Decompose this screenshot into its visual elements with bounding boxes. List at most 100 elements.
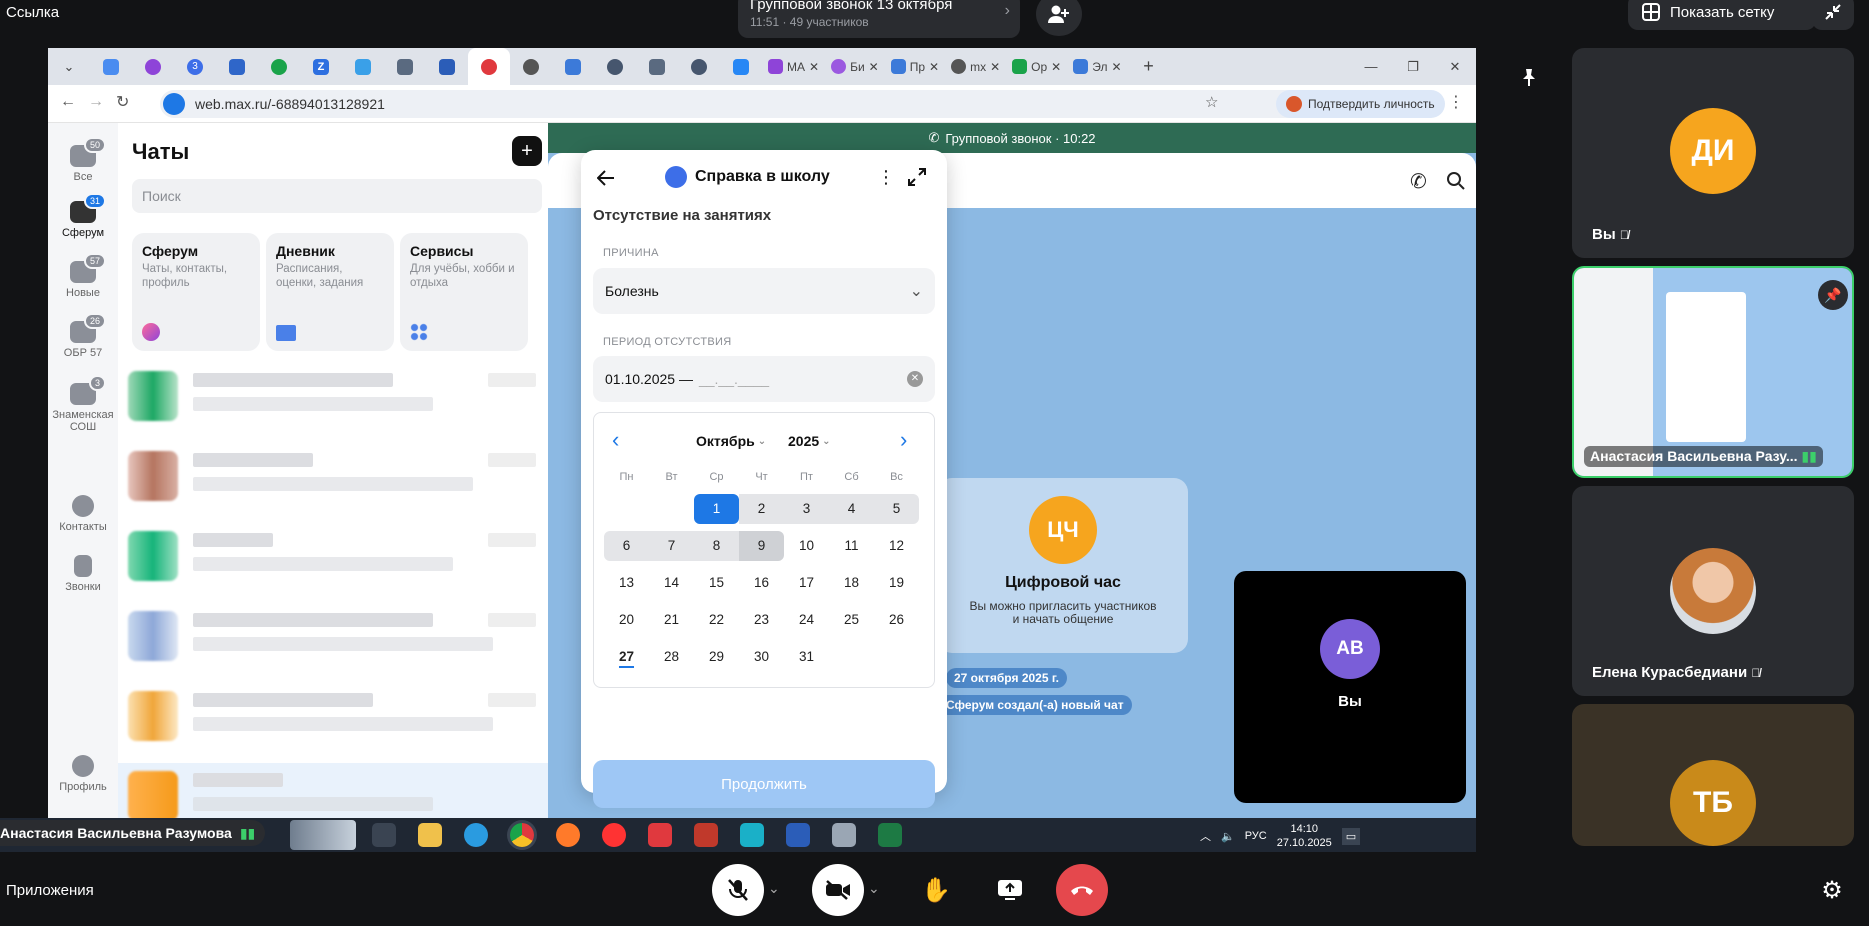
calendar-day[interactable]: 8 [694, 531, 739, 561]
notification-icon[interactable]: ▭ [1341, 827, 1361, 845]
maximize-button[interactable]: ❐ [1392, 48, 1434, 85]
new-chat-button[interactable]: + [512, 136, 542, 166]
word-icon[interactable] [786, 823, 810, 847]
close-icon[interactable]: ✕ [1111, 60, 1121, 74]
tray-chevron-icon[interactable]: ︿ [1200, 828, 1211, 844]
microphone-toggle[interactable] [712, 864, 764, 916]
back-icon[interactable]: ← [60, 93, 76, 111]
close-window-button[interactable]: ✕ [1434, 48, 1476, 85]
search-icon[interactable] [1446, 171, 1466, 191]
mic-options-icon[interactable]: ⌄ [768, 880, 780, 897]
browser-tab[interactable]: Z [300, 48, 342, 85]
verify-identity-button[interactable]: Подтвердить личность [1276, 90, 1445, 118]
nav-item-all[interactable]: 50 Все [48, 137, 118, 183]
pin-button[interactable]: 📌 [1818, 280, 1848, 310]
participant-tile-screen-share[interactable]: 📌 Анастасия Васильевна Разу... ▮▮ [1572, 266, 1854, 478]
clear-icon[interactable]: ✕ [907, 371, 923, 387]
calendar-day[interactable]: 3 [784, 494, 829, 524]
active-call-banner[interactable]: ✆ Групповой звонок · 10:22 [548, 123, 1476, 153]
calendar-day[interactable]: 28 [649, 642, 694, 672]
browser-tab[interactable] [90, 48, 132, 85]
excel-icon[interactable] [878, 823, 902, 847]
calendar-day[interactable]: 22 [694, 605, 739, 635]
menu-dots-icon[interactable]: ⋮ [877, 167, 895, 188]
calendar-day[interactable]: 29 [694, 642, 739, 672]
calendar-day[interactable]: 20 [604, 605, 649, 635]
calendar-day[interactable]: 30 [739, 642, 784, 672]
calendar-day[interactable]: 25 [829, 605, 874, 635]
next-month-icon[interactable]: › [900, 427, 907, 453]
calendar-day[interactable]: 15 [694, 568, 739, 598]
calendar-day[interactable]: 14 [649, 568, 694, 598]
forward-icon[interactable]: → [88, 93, 104, 111]
yandex-icon[interactable] [648, 823, 672, 847]
tray-clock[interactable]: 14:10 27.10.2025 [1277, 822, 1332, 850]
browser-tab[interactable]: MA ✕ [762, 48, 825, 85]
call-info-button[interactable]: Групповой звонок 13 октября 11:51 · 49 у… [738, 0, 1020, 38]
explorer-icon[interactable] [418, 823, 442, 847]
browser-tab[interactable]: mx ✕ [945, 48, 1006, 85]
calendar-day[interactable]: 18 [829, 568, 874, 598]
site-info-icon[interactable] [163, 93, 185, 115]
pin-button[interactable] [1514, 62, 1544, 92]
volume-icon[interactable]: 🔈 [1221, 830, 1235, 843]
period-input[interactable]: 01.10.2025 — __.__.____ ✕ [593, 356, 935, 402]
end-call-button[interactable] [1056, 864, 1108, 916]
participant-tile[interactable]: ТБ [1572, 704, 1854, 846]
call-icon[interactable]: ✆ [1410, 169, 1427, 194]
close-icon[interactable]: ✕ [1051, 60, 1061, 74]
camera-options-icon[interactable]: ⌄ [868, 880, 880, 897]
show-grid-button[interactable]: Показать сетку [1628, 0, 1816, 30]
nav-item-profile[interactable]: Профиль [48, 755, 118, 793]
firefox-icon[interactable] [556, 823, 580, 847]
chat-list-item[interactable] [118, 763, 548, 818]
calendar-day[interactable]: 12 [874, 531, 919, 561]
calendar-day[interactable]: 1 [694, 494, 739, 524]
calendar-day[interactable]: 13 [604, 568, 649, 598]
browser-tab[interactable] [342, 48, 384, 85]
new-tab-button[interactable]: + [1128, 48, 1170, 85]
settings-button[interactable]: ⚙ [1806, 864, 1858, 916]
nav-item-calls[interactable]: Звонки [48, 555, 118, 593]
browser-tab[interactable]: Ор ✕ [1006, 48, 1067, 85]
participant-tile[interactable]: Елена Курасбедиани 🎙̸ [1572, 486, 1854, 696]
chat-list-item[interactable] [118, 443, 548, 513]
app-icon[interactable] [694, 823, 718, 847]
browser-tab[interactable] [720, 48, 762, 85]
calendar-day[interactable]: 9 [739, 531, 784, 561]
browser-tab[interactable]: Пр ✕ [885, 48, 945, 85]
browser-tab[interactable] [384, 48, 426, 85]
calendar-day[interactable]: 5 [874, 494, 919, 524]
bookmark-icon[interactable]: ☆ [1205, 93, 1218, 111]
url-field[interactable]: web.max.ru/-68894013128921 [160, 90, 1320, 118]
browser-tab[interactable]: 3 [174, 48, 216, 85]
browser-tab[interactable] [552, 48, 594, 85]
calendar-day[interactable]: 26 [874, 605, 919, 635]
chrome-icon[interactable] [510, 823, 534, 847]
nav-item-contacts[interactable]: Контакты [48, 495, 118, 533]
reload-icon[interactable]: ↻ [116, 92, 129, 112]
calendar-day[interactable]: 23 [739, 605, 784, 635]
calendar-day[interactable]: 17 [784, 568, 829, 598]
chat-list-item[interactable] [118, 523, 548, 593]
apps-button[interactable]: Приложения [0, 874, 100, 907]
edge-icon[interactable] [464, 823, 488, 847]
raise-hand-button[interactable]: ✋ [910, 864, 962, 916]
calendar-day[interactable]: 31 [784, 642, 829, 672]
chat-list-item[interactable] [118, 603, 548, 673]
yandex-browser-icon[interactable] [602, 823, 626, 847]
browser-tab[interactable]: Эл ✕ [1067, 48, 1127, 85]
minimize-button[interactable]: — [1350, 48, 1392, 85]
month-select[interactable]: Октябрь ⌄ [696, 433, 766, 449]
back-arrow-icon[interactable] [597, 170, 615, 186]
close-icon[interactable]: ✕ [869, 60, 879, 74]
app-icon[interactable] [832, 823, 856, 847]
link-button[interactable]: Ссылка [0, 0, 65, 24]
task-view-icon[interactable] [372, 823, 396, 847]
calendar-day[interactable]: 4 [829, 494, 874, 524]
calendar-day[interactable]: 27 [604, 642, 649, 672]
close-icon[interactable]: ✕ [809, 60, 819, 74]
calendar-day[interactable]: 11 [829, 531, 874, 561]
nav-item-new[interactable]: 57 Новые [48, 253, 118, 299]
menu-dots-icon[interactable]: ⋮ [1448, 92, 1464, 112]
